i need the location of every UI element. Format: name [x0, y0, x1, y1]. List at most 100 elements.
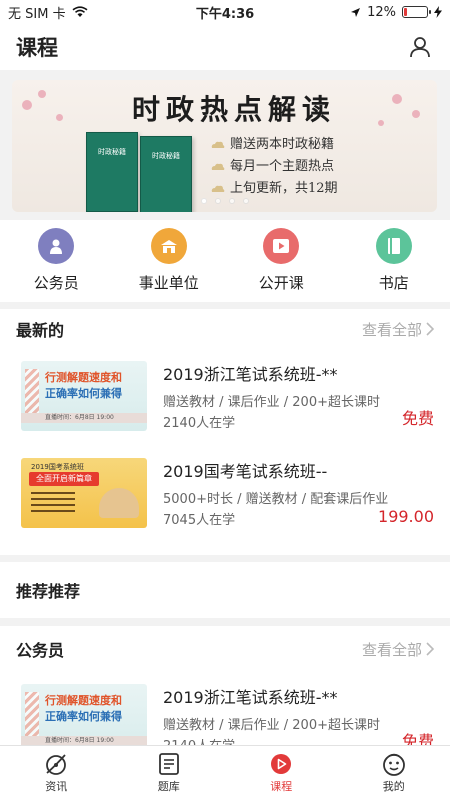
promo-banner[interactable]: 时政热点解读 时政秘籍 时政秘籍 赠送两本时政秘籍 每月一个主题热点 上旬更新，…	[12, 80, 437, 212]
course-learner-count: 2140人在学	[163, 416, 236, 431]
course-price: 免费	[401, 409, 434, 428]
cloud-icon	[211, 163, 225, 170]
blossom-decoration	[392, 94, 402, 104]
tab-news[interactable]: 资讯	[0, 746, 113, 799]
course-thumbnail: 2019国考系统班 全面开启新篇章	[21, 458, 147, 528]
carousel-dot[interactable]	[200, 198, 207, 204]
thumbnail-line: 全面开启新篇章	[29, 472, 99, 486]
thumbnail-illustration	[99, 488, 139, 518]
course-title: 2019浙江笔试系统班-**	[163, 365, 338, 384]
section-header: 公务员 查看全部	[0, 626, 450, 672]
tab-label: 资讯	[45, 779, 68, 793]
cloud-icon	[211, 185, 225, 192]
question-bank-icon	[158, 752, 179, 775]
recommend-section: 推荐推荐	[0, 562, 450, 618]
carousel-dot[interactable]	[242, 198, 249, 204]
category-public-institution[interactable]: 事业单位	[113, 220, 226, 302]
latest-section: 最新的 查看全部 行测解题速度和 正确率如何兼得 直播时间：6月8日 19:00…	[0, 309, 450, 555]
user-icon	[410, 37, 430, 58]
thumbnail-line: 2019国考系统班	[31, 463, 84, 471]
thumbnail-decoration	[25, 369, 39, 419]
course-title: 2019浙江笔试系统班-**	[163, 688, 338, 707]
course-info: 2019浙江笔试系统班-** 赠送教材 / 课后作业 / 200+超长课时 21…	[163, 361, 434, 431]
view-all-link[interactable]: 查看全部	[362, 319, 434, 340]
section-title: 推荐推荐	[16, 582, 81, 601]
category-label: 公务员	[33, 274, 79, 292]
course-subtitle: 赠送教材 / 课后作业 / 200+超长课时	[163, 395, 380, 410]
tab-label: 我的	[382, 779, 405, 793]
thumbnail-line: 正确率如何兼得	[45, 710, 122, 723]
carousel-dot[interactable]	[214, 198, 221, 204]
blossom-decoration	[412, 110, 420, 118]
banner-line: 赠送两本时政秘籍	[210, 134, 338, 156]
carousel-dot[interactable]	[228, 198, 235, 204]
banner-line-text: 上旬更新，共12期	[230, 181, 338, 196]
play-icon	[263, 228, 300, 264]
view-all-label: 查看全部	[361, 640, 422, 659]
thumbnail-decoration	[25, 692, 39, 742]
thumbnail-line: 行测解题速度和	[45, 371, 122, 384]
building-icon	[150, 228, 187, 264]
banner-line-text: 每月一个主题热点	[230, 159, 335, 174]
section-header: 推荐推荐	[0, 562, 450, 618]
course-price: 199.00	[378, 507, 434, 526]
course-subtitle: 赠送教材 / 课后作业 / 200+超长课时	[163, 718, 380, 733]
course-title: 2019国考笔试系统班--	[163, 462, 328, 481]
thumbnail-line: 行测解题速度和	[45, 694, 122, 707]
tab-label: 题库	[157, 779, 180, 793]
carousel-dots[interactable]	[12, 198, 437, 204]
category-open-class[interactable]: 公开课	[225, 220, 338, 302]
blossom-decoration	[22, 100, 32, 110]
profile-face-icon	[382, 753, 405, 776]
section-header: 最新的 查看全部	[0, 309, 450, 349]
course-thumbnail: 行测解题速度和 正确率如何兼得 直播时间：6月8日 19:00	[21, 361, 147, 431]
category-label: 事业单位	[138, 274, 199, 292]
category-label: 公开课	[258, 274, 304, 292]
course-item[interactable]: 行测解题速度和 正确率如何兼得 直播时间：6月8日 19:00 2019浙江笔试…	[0, 349, 450, 443]
chevron-right-icon	[426, 322, 434, 336]
blossom-decoration	[38, 90, 46, 98]
app-header: 课程	[0, 24, 450, 70]
person-icon	[38, 228, 75, 264]
tab-question-bank[interactable]: 题库	[113, 746, 226, 799]
thumbnail-decoration	[31, 492, 75, 512]
view-all-link[interactable]: 查看全部	[362, 639, 434, 660]
tab-me[interactable]: 我的	[338, 746, 450, 799]
category-bookstore[interactable]: 书店	[338, 220, 450, 302]
section-title: 最新的	[16, 321, 65, 340]
banner-line: 每月一个主题热点	[210, 156, 338, 178]
status-time: 下午4:36	[195, 6, 255, 22]
news-icon	[46, 753, 67, 775]
thumbnail-line: 直播时间：6月8日 19:00	[45, 414, 114, 421]
profile-button[interactable]	[406, 33, 434, 61]
battery-icon	[402, 6, 431, 18]
book-icon	[375, 228, 412, 264]
course-info: 2019浙江笔试系统班-** 赠送教材 / 课后作业 / 200+超长课时 21…	[163, 684, 434, 754]
cloud-icon	[211, 141, 225, 148]
view-all-label: 查看全部	[361, 320, 422, 339]
course-info: 2019国考笔试系统班-- 5000+时长 / 赠送教材 / 配套课后作业 70…	[163, 458, 434, 528]
thumbnail-line: 正确率如何兼得	[45, 387, 122, 400]
book-label: 时政秘籍	[152, 152, 180, 160]
category-row: 公务员 事业单位 公开课 书店	[0, 220, 450, 302]
bottom-tab-bar: 资讯 题库 课程 我的	[0, 745, 450, 799]
banner-title: 时政热点解读	[132, 93, 337, 126]
course-item[interactable]: 2019国考系统班 全面开启新篇章 2019国考笔试系统班-- 5000+时长 …	[0, 443, 450, 543]
course-learner-count: 7045人在学	[163, 513, 236, 528]
banner-line: 上旬更新，共12期	[210, 178, 338, 200]
banner-lines: 赠送两本时政秘籍 每月一个主题热点 上旬更新，共12期	[210, 134, 338, 200]
battery-fill	[404, 8, 407, 16]
status-bar: 无 SIM 卡 下午4:36 12%	[0, 0, 450, 24]
category-label: 书店	[378, 274, 409, 292]
chevron-right-icon	[426, 642, 434, 656]
category-civil-servant[interactable]: 公务员	[0, 220, 113, 302]
page-title: 课程	[16, 36, 58, 60]
tab-courses[interactable]: 课程	[225, 746, 338, 799]
course-thumbnail: 行测解题速度和 正确率如何兼得 直播时间：6月8日 19:00	[21, 684, 147, 754]
course-play-icon	[271, 753, 292, 774]
blossom-decoration	[378, 120, 384, 126]
tab-label: 课程	[270, 779, 293, 793]
banner-line-text: 赠送两本时政秘籍	[230, 137, 335, 152]
blossom-decoration	[56, 114, 63, 121]
book-label: 时政秘籍	[98, 148, 126, 156]
